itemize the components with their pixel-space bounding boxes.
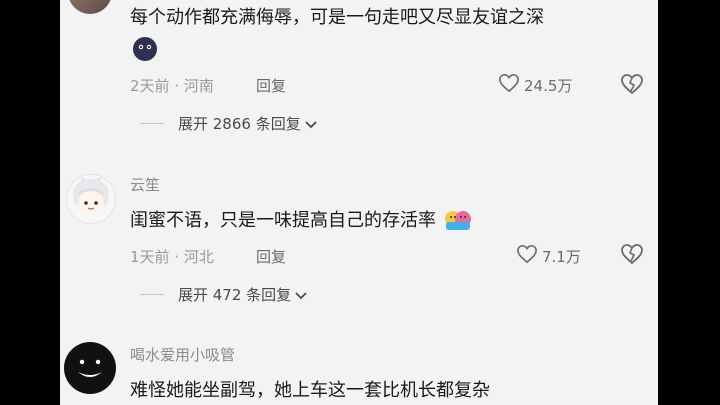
comment-meta: 2天前 · 河南 (130, 77, 214, 95)
dislike-button[interactable] (620, 73, 644, 99)
like-count: 7.1万 (542, 247, 581, 266)
comment-meta: 1天前 · 河北 (130, 248, 214, 266)
emoji-sticker-icon (132, 36, 158, 66)
expand-replies-label: 展开 2866 条回复 (178, 115, 301, 133)
emoji-sticker-icon (444, 207, 472, 236)
broken-heart-icon (620, 74, 644, 99)
comment-text: 每个动作都充满侮辱，可是一句走吧又尽显友谊之深 (130, 7, 544, 28)
expand-replies-label: 展开 472 条回复 (178, 286, 292, 304)
comment-text: 闺蜜不语，只是一味提高自己的存活率 (130, 206, 472, 236)
chevron-down-icon (305, 115, 317, 133)
like-button[interactable]: 7.1万 (516, 244, 581, 268)
comment-panel: 每个动作都充满侮辱，可是一句走吧又尽显友谊之深 2天前 · 河南 回复 24.5… (60, 0, 658, 405)
expand-replies-button[interactable]: 展开 472 条回复 (140, 284, 307, 305)
heart-icon (498, 73, 520, 97)
reply-button[interactable]: 回复 (256, 246, 286, 267)
dislike-button[interactable] (620, 243, 644, 269)
avatar[interactable] (68, 0, 112, 14)
divider-line (140, 294, 164, 295)
avatar[interactable] (66, 174, 116, 224)
heart-icon (516, 244, 538, 268)
username[interactable]: 云笙 (130, 174, 160, 195)
username[interactable]: 喝水爱用小吸管 (130, 344, 235, 365)
broken-heart-icon (620, 244, 644, 269)
comment-text-content: 闺蜜不语，只是一味提高自己的存活率 (130, 210, 436, 231)
like-count: 24.5万 (524, 76, 573, 95)
chevron-down-icon (295, 286, 307, 304)
reply-button[interactable]: 回复 (256, 75, 286, 96)
expand-replies-button[interactable]: 展开 2866 条回复 (140, 113, 317, 134)
divider-line (140, 123, 164, 124)
like-button[interactable]: 24.5万 (498, 73, 572, 97)
avatar[interactable] (64, 342, 116, 394)
comment-text: 难怪她能坐副驾，她上车这一套比机长都复杂 (130, 380, 490, 401)
